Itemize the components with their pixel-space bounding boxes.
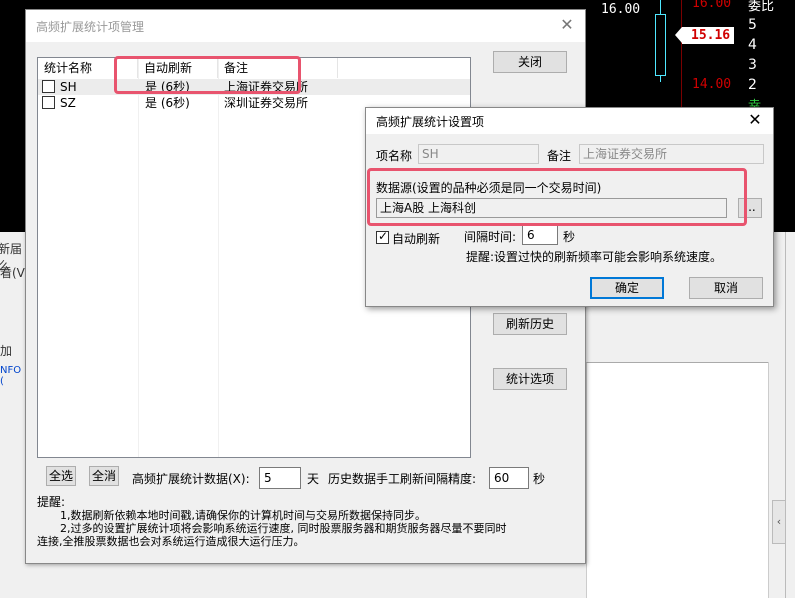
interval-input[interactable]: 6 (522, 225, 558, 245)
bg-menu-fragment: 看(V (0, 266, 25, 280)
rank-number: 4 (748, 37, 757, 53)
item-name-label: 项名称 (376, 149, 413, 163)
order-ratio-header: 委比 (748, 0, 775, 14)
item-name-field[interactable]: SH (418, 144, 539, 164)
rank-number: 5 (748, 17, 757, 33)
close-icon[interactable]: ✕ (743, 109, 767, 131)
rank-number: 2 (748, 77, 757, 93)
days-label: 高频扩展统计数据(X): (132, 472, 250, 486)
background-text-panel (586, 362, 768, 598)
price-axis-label: 14.00 (692, 77, 732, 92)
background-left-strip: 新届么 看(V 加 NFO ( (0, 232, 25, 598)
ok-button[interactable]: 确定 (590, 277, 664, 299)
candle-body (655, 14, 666, 76)
tip-title: 提醒: (37, 495, 66, 509)
background-edge (785, 232, 795, 598)
dialog-titlebar[interactable]: 高频扩展统计设置项 ✕ (366, 108, 773, 134)
tip-line: 连接,全推股票数据也会对系统运行造成很大运行压力。 (37, 535, 305, 548)
current-price-tag: 15.16 (675, 27, 734, 44)
select-all-button[interactable]: 全选 (46, 466, 76, 486)
interval-label: 间隔时间: (464, 230, 517, 244)
interval-label: 历史数据手工刷新间隔精度: (328, 472, 477, 486)
deselect-all-button[interactable]: 全消 (89, 466, 119, 486)
refresh-hint: 提醒:设置过快的刷新频率可能会影响系统速度。 (466, 250, 723, 264)
rank-number: 3 (748, 57, 757, 73)
interval-unit: 秒 (563, 230, 576, 244)
price-axis-label: 16.00 (692, 0, 732, 11)
stat-options-button[interactable]: 统计选项 (493, 368, 567, 390)
interval-input[interactable]: 60 (489, 467, 529, 489)
dialog-title: 高频扩展统计项管理 (36, 20, 145, 34)
dialog-titlebar[interactable]: 高频扩展统计项管理 ✕ (26, 10, 585, 42)
scroll-left-button[interactable]: ‹ (772, 500, 786, 544)
row-name: SH (60, 80, 77, 94)
column-divider (218, 58, 219, 457)
background-scrollbar[interactable] (768, 362, 785, 598)
auto-refresh-checkbox[interactable] (376, 229, 389, 244)
refresh-history-button[interactable]: 刷新历史 (493, 313, 567, 335)
bg-link-fragment: NFO ( (0, 365, 22, 387)
days-unit: 天 (307, 472, 320, 486)
dialog-title: 高频扩展统计设置项 (376, 115, 485, 129)
close-icon[interactable]: ✕ (555, 14, 579, 36)
cancel-button[interactable]: 取消 (689, 277, 763, 299)
tip-line: 2,过多的设置扩展统计项将会影响系统运行速度, 同时股票服务器和期货服务器尽量不… (60, 522, 507, 535)
tip-line: 1,数据刷新依赖本地时间戳,请确保你的计算机时间与交易所数据保持同步。 (60, 509, 426, 522)
column-divider (138, 58, 139, 457)
remark-field[interactable]: 上海证券交易所 (579, 144, 764, 164)
row-note: 深圳证券交易所 (224, 96, 309, 110)
row-checkbox[interactable] (42, 96, 55, 109)
remark-label: 备注 (547, 149, 572, 163)
row-name: SZ (60, 96, 76, 110)
auto-refresh-label[interactable]: 自动刷新 (392, 230, 440, 247)
highlight-box (114, 56, 301, 94)
interval-unit: 秒 (533, 472, 546, 486)
highlight-box (367, 168, 747, 226)
close-button[interactable]: 关闭 (493, 51, 567, 73)
row-checkbox[interactable] (42, 80, 55, 93)
price-axis-label: 16.00 (601, 2, 641, 17)
bg-text-fragment: 加 (0, 344, 13, 358)
days-input[interactable]: 5 (259, 467, 301, 489)
row-refresh: 是 (6秒) (145, 96, 190, 110)
